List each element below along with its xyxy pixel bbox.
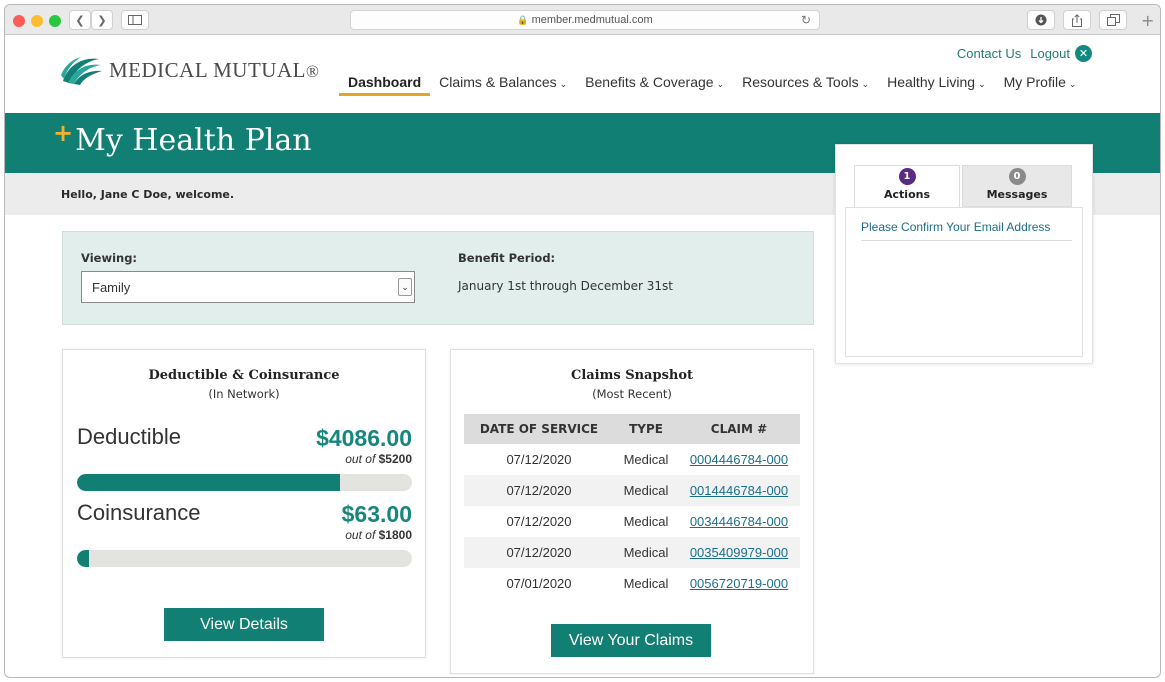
new-tab-icon[interactable]: + bbox=[1141, 11, 1154, 30]
claim-date: 07/01/2020 bbox=[506, 576, 572, 591]
table-row: 07/12/2020 Medical 0034446784-000 bbox=[464, 506, 800, 537]
claim-number-link[interactable]: 0056720719-000 bbox=[678, 568, 800, 599]
coinsurance-value: $63.00 bbox=[341, 501, 412, 527]
chevron-down-icon: ⌄ bbox=[978, 79, 986, 89]
messages-count-badge: 0 bbox=[1008, 168, 1026, 185]
nav-item-claims-balances[interactable]: Claims & Balances ⌄ bbox=[430, 74, 576, 96]
claim-type: Medical bbox=[623, 576, 669, 591]
coinsurance-progress-fill bbox=[77, 550, 89, 567]
close-circle-icon[interactable]: ✕ bbox=[1075, 45, 1092, 62]
address-bar[interactable]: 🔒 member.medmutual.com ↻ bbox=[350, 10, 820, 30]
close-window-button[interactable] bbox=[13, 15, 25, 27]
tab-messages[interactable]: 0 Messages bbox=[962, 165, 1072, 207]
browser-window: ❮ ❯ 🔒 member.medmutual.com ↻ + MEDICAL MU… bbox=[4, 4, 1161, 678]
logo-mark-icon bbox=[61, 57, 102, 85]
column-header-claim: CLAIM # bbox=[678, 414, 800, 444]
tab-actions[interactable]: 1 Actions bbox=[854, 165, 960, 208]
table-row: 07/12/2020 Medical 0014446784-000 bbox=[464, 475, 800, 506]
nav-item-resources-tools[interactable]: Resources & Tools ⌄ bbox=[733, 74, 878, 96]
viewing-label: Viewing: bbox=[81, 251, 138, 265]
column-header-date: DATE OF SERVICE bbox=[464, 414, 614, 444]
chevron-left-icon: ❮ bbox=[75, 13, 85, 27]
share-icon bbox=[1072, 13, 1082, 27]
claim-type: Medical bbox=[623, 452, 669, 467]
claim-type: Medical bbox=[623, 514, 669, 529]
benefit-period-label: Benefit Period: bbox=[458, 251, 556, 265]
claims-table: DATE OF SERVICE TYPE CLAIM # 07/12/2020 … bbox=[464, 414, 800, 599]
sidebar-toggle-button[interactable] bbox=[121, 10, 149, 30]
main-navigation: Dashboard Claims & Balances ⌄ Benefits & … bbox=[339, 74, 1085, 96]
column-header-type: TYPE bbox=[614, 414, 678, 444]
nav-item-my-profile[interactable]: My Profile ⌄ bbox=[995, 74, 1086, 96]
table-row: 07/12/2020 Medical 0035409979-000 bbox=[464, 537, 800, 568]
claims-card-title: Claims Snapshot bbox=[570, 368, 694, 383]
confirm-email-action-link[interactable]: Please Confirm Your Email Address bbox=[861, 220, 1072, 241]
tabs-icon bbox=[1106, 14, 1120, 26]
viewing-select[interactable]: Family ⌄ bbox=[81, 271, 415, 303]
download-icon bbox=[1035, 14, 1047, 26]
contact-us-link[interactable]: Contact Us bbox=[957, 46, 1021, 61]
downloads-button[interactable] bbox=[1027, 10, 1055, 30]
claim-number-link[interactable]: 0004446784-000 bbox=[678, 444, 800, 475]
coinsurance-out-of: out of $1800 bbox=[345, 528, 412, 542]
claim-type: Medical bbox=[614, 475, 678, 506]
address-text: member.medmutual.com bbox=[531, 14, 653, 26]
claim-number-link[interactable]: 0034446784-000 bbox=[678, 506, 800, 537]
share-button[interactable] bbox=[1063, 10, 1091, 30]
minimize-window-button[interactable] bbox=[31, 15, 43, 27]
chevron-down-icon: ⌄ bbox=[559, 79, 568, 89]
deductible-card-title: Deductible & Coinsurance bbox=[148, 368, 340, 383]
sidebar-icon bbox=[128, 15, 142, 25]
page-title: +My Health Plan bbox=[53, 119, 312, 158]
deductible-label: Deductible bbox=[77, 424, 181, 449]
medical-mutual-logo[interactable]: MEDICAL MUTUAL® bbox=[59, 53, 319, 87]
nav-item-dashboard[interactable]: Dashboard bbox=[339, 74, 431, 96]
deductible-progress-fill bbox=[77, 474, 341, 491]
logo-text: MEDICAL MUTUAL® bbox=[109, 57, 320, 82]
reload-icon[interactable]: ↻ bbox=[801, 11, 811, 29]
claim-type: Medical bbox=[614, 537, 678, 568]
tab-actions-label: Actions bbox=[884, 188, 930, 201]
claim-date: 07/12/2020 bbox=[464, 537, 614, 568]
benefit-period-value: January 1st through December 31st bbox=[458, 279, 673, 293]
chevron-right-icon: ❯ bbox=[97, 13, 107, 27]
claims-card-subtitle: (Most Recent) bbox=[592, 387, 672, 401]
forward-button[interactable]: ❯ bbox=[91, 10, 113, 30]
deductible-progress-bar bbox=[77, 474, 412, 491]
chevron-down-icon: ⌄ bbox=[861, 79, 870, 89]
table-header-row: DATE OF SERVICE TYPE CLAIM # bbox=[464, 414, 800, 444]
tabs-overview-button[interactable] bbox=[1099, 10, 1127, 30]
zoom-window-button[interactable] bbox=[49, 15, 61, 27]
chevron-down-icon: ⌄ bbox=[1068, 79, 1077, 89]
table-row: 07/01/2020 Medical 0056720719-000 bbox=[464, 568, 800, 599]
table-row: 07/12/2020 Medical 0004446784-000 bbox=[464, 444, 800, 475]
viewing-select-value: Family bbox=[92, 280, 131, 295]
chevron-down-icon: ⌄ bbox=[716, 79, 725, 89]
lock-icon: 🔒 bbox=[517, 15, 529, 25]
deductible-value: $4086.00 bbox=[316, 425, 412, 451]
tab-messages-label: Messages bbox=[986, 188, 1048, 201]
view-details-button[interactable]: View Details bbox=[164, 608, 324, 641]
chevron-down-icon[interactable]: ⌄ bbox=[398, 278, 412, 296]
utility-links: Contact Us Logout ✕ bbox=[957, 45, 1092, 62]
nav-item-benefits-coverage[interactable]: Benefits & Coverage ⌄ bbox=[576, 74, 733, 96]
browser-toolbar: ❮ ❯ 🔒 member.medmutual.com ↻ + bbox=[5, 5, 1160, 35]
view-your-claims-button[interactable]: View Your Claims bbox=[551, 624, 711, 657]
deductible-card-subtitle: (In Network) bbox=[208, 387, 280, 401]
nav-item-healthy-living[interactable]: Healthy Living ⌄ bbox=[878, 74, 994, 96]
claim-date: 07/12/2020 bbox=[464, 475, 614, 506]
plus-icon: + bbox=[53, 119, 74, 147]
claim-date: 07/12/2020 bbox=[506, 452, 572, 467]
coinsurance-label: Coinsurance bbox=[77, 500, 201, 525]
logout-link[interactable]: Logout bbox=[1030, 46, 1070, 61]
deductible-out-of: out of $5200 bbox=[345, 452, 412, 466]
claim-number-link[interactable]: 0014446784-000 bbox=[678, 475, 800, 506]
claim-number-link[interactable]: 0035409979-000 bbox=[678, 537, 800, 568]
coinsurance-progress-bar bbox=[77, 550, 412, 567]
back-button[interactable]: ❮ bbox=[69, 10, 91, 30]
actions-count-badge: 1 bbox=[898, 168, 916, 185]
claim-date: 07/12/2020 bbox=[506, 514, 572, 529]
welcome-message: Hello, Jane C Doe, welcome. bbox=[61, 188, 235, 201]
